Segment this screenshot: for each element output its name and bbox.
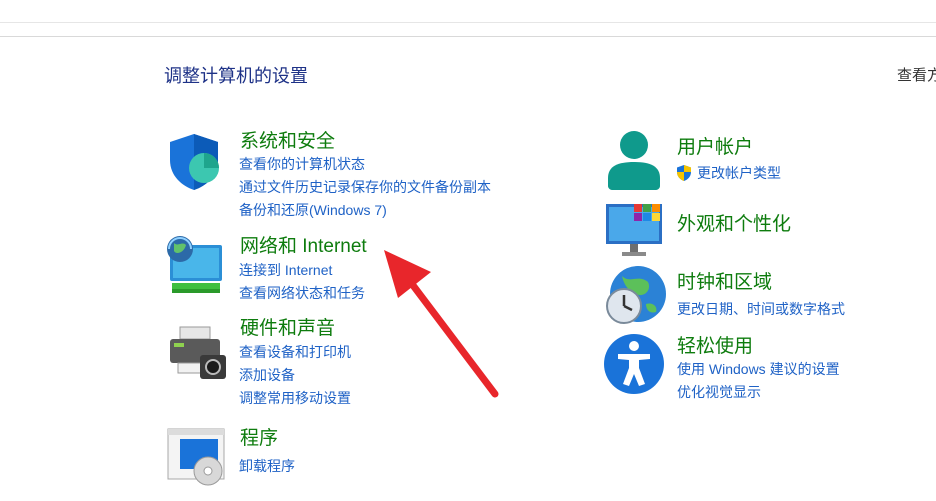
category-programs: 程序 卸载程序	[164, 423, 364, 486]
link-file-history-backup[interactable]: 通过文件历史记录保存你的文件备份副本	[239, 177, 491, 197]
link-add-device[interactable]: 添加设备	[239, 365, 295, 385]
printer-icon	[170, 326, 226, 379]
category-title-ease-of-access[interactable]: 轻松使用	[677, 331, 753, 358]
uac-shield-icon	[677, 165, 691, 181]
link-mobility-settings[interactable]: 调整常用移动设置	[239, 388, 351, 408]
category-title-user-accounts[interactable]: 用户帐户	[677, 132, 753, 159]
clock-globe-icon	[606, 266, 666, 324]
category-title-appearance[interactable]: 外观和个性化	[677, 209, 791, 236]
category-title-network-internet[interactable]: 网络和 Internet	[240, 231, 367, 258]
globe-network-icon	[167, 236, 222, 293]
program-disc-icon	[167, 428, 225, 486]
shield-icon	[170, 134, 219, 190]
link-connect-internet[interactable]: 连接到 Internet	[239, 260, 332, 280]
link-optimize-visual-display[interactable]: 优化视觉显示	[677, 382, 761, 402]
link-change-account-type-label: 更改帐户类型	[697, 165, 781, 181]
monitor-icon	[606, 204, 662, 256]
category-user-accounts: 用户帐户 更改帐户类型	[604, 128, 904, 193]
category-title-system-security[interactable]: 系统和安全	[240, 126, 335, 153]
category-system-security: 系统和安全 查看你的计算机状态 通过文件历史记录保存你的文件备份副本 备份和还原…	[164, 126, 544, 226]
category-network-internet: 网络和 Internet 连接到 Internet 查看网络状态和任务	[164, 231, 424, 306]
link-change-date-time-format[interactable]: 更改日期、时间或数字格式	[677, 299, 845, 319]
category-title-hardware-sound[interactable]: 硬件和声音	[240, 313, 335, 340]
category-clock-region: 时钟和区域 更改日期、时间或数字格式	[604, 264, 904, 328]
page-title: 调整计算机的设置	[164, 66, 308, 86]
divider	[0, 22, 936, 23]
accessibility-icon	[604, 334, 664, 394]
link-network-status[interactable]: 查看网络状态和任务	[239, 283, 365, 303]
address-bar-area	[0, 0, 936, 37]
user-icon	[608, 131, 660, 190]
link-devices-printers[interactable]: 查看设备和打印机	[239, 342, 351, 362]
category-title-clock-region[interactable]: 时钟和区域	[677, 267, 772, 294]
link-change-account-type[interactable]: 更改帐户类型	[675, 163, 781, 183]
link-uninstall-program[interactable]: 卸载程序	[239, 456, 295, 476]
link-view-computer-status[interactable]: 查看你的计算机状态	[239, 154, 365, 174]
link-backup-restore[interactable]: 备份和还原(Windows 7)	[239, 200, 387, 220]
category-appearance: 外观和个性化	[604, 200, 904, 256]
link-windows-recommended-settings[interactable]: 使用 Windows 建议的设置	[677, 359, 840, 379]
category-ease-of-access: 轻松使用 使用 Windows 建议的设置 优化视觉显示	[604, 330, 924, 400]
view-by-link[interactable]: 查看方	[897, 64, 936, 85]
category-title-programs[interactable]: 程序	[240, 423, 278, 450]
category-hardware-sound: 硬件和声音 查看设备和打印机 添加设备 调整常用移动设置	[164, 313, 424, 408]
